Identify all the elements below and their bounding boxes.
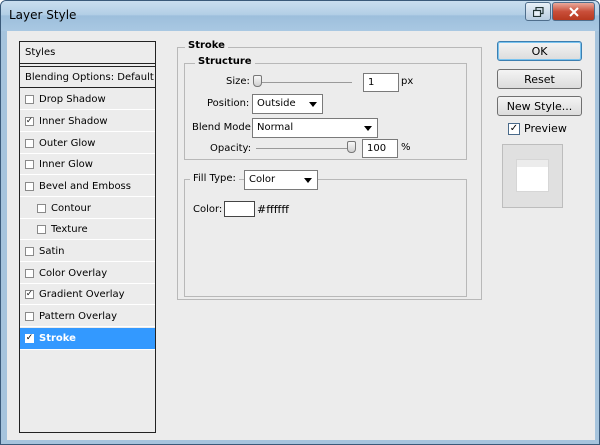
style-item-label: Stroke [39,333,76,344]
size-unit: px [401,76,414,87]
style-item-label: Outer Glow [39,137,96,149]
ok-button-label: OK [531,44,548,58]
style-item-inner-glow[interactable]: Inner Glow [20,154,155,175]
restore-button[interactable] [525,2,551,21]
blend-mode-label: Blend Mode: [192,122,255,133]
style-item-label: Pattern Overlay [39,310,118,322]
restore-icon [532,6,544,17]
position-value: Outside [257,98,296,109]
preview-label: Preview [524,122,567,135]
layer-style-dialog: Layer Style Styles Blending Options: Def… [0,0,600,445]
opacity-input[interactable]: 100 [362,139,398,158]
new-style-button[interactable]: New Style... [497,96,582,116]
drop-shadow-checkbox[interactable] [25,94,34,104]
blend-mode-select[interactable]: Normal [252,118,378,138]
ok-button[interactable]: OK [497,41,582,61]
preview-checkbox[interactable]: ✓ [508,122,520,135]
fill-type-select[interactable]: Color [244,170,318,190]
style-item-pattern-overlay[interactable]: Pattern Overlay [20,306,155,327]
opacity-slider-thumb[interactable] [347,141,356,153]
inner-glow-checkbox[interactable] [25,159,34,169]
style-item-satin[interactable]: Satin [20,241,155,262]
size-slider-thumb[interactable] [253,75,262,87]
size-input[interactable]: 1 [363,73,399,92]
position-select[interactable]: Outside [252,94,323,114]
style-item-drop-shadow[interactable]: Drop Shadow [20,89,155,110]
position-label: Position: [207,98,250,109]
preview-option[interactable]: ✓ Preview [508,122,567,135]
preview-swatch [516,159,549,192]
style-item-color-overlay[interactable]: Color Overlay [20,263,155,284]
style-item-label: Inner Glow [39,158,93,170]
structure-group-title: Structure [195,56,255,67]
reset-button-label: Reset [524,72,555,86]
window-title: Layer Style [9,8,77,22]
style-item-label: Gradient Overlay [39,288,125,300]
style-item-texture[interactable]: Texture [20,219,155,240]
color-hex-value: #ffffff [257,203,289,216]
style-item-outer-glow[interactable]: Outer Glow [20,133,155,154]
gradient-overlay-checkbox[interactable]: ✓ [25,289,34,299]
close-button[interactable] [552,2,595,21]
style-item-label: Satin [39,245,65,257]
opacity-label: Opacity: [210,143,252,154]
stroke-checkbox[interactable]: ✓ [25,334,34,343]
blend-mode-value: Normal [257,122,294,133]
reset-button[interactable]: Reset [497,69,582,89]
color-overlay-checkbox[interactable] [25,268,34,278]
color-label: Color: [193,204,223,215]
chevron-down-icon [304,178,312,183]
new-style-button-label: New Style... [506,99,573,113]
color-swatch[interactable] [224,201,255,217]
dialog-body: Styles Blending Options: Default Drop Sh… [7,31,595,440]
inner-shadow-checkbox[interactable]: ✓ [25,116,34,126]
style-item-gradient-overlay[interactable]: ✓ Gradient Overlay [20,284,155,305]
style-item-inner-shadow[interactable]: ✓ Inner Shadow [20,111,155,132]
styles-header-label: Styles [25,47,56,58]
opacity-unit: % [401,142,411,153]
style-preview-thumbnail [502,144,563,208]
styles-header[interactable]: Styles [20,42,155,64]
style-item-label: Color Overlay [39,267,108,279]
style-item-label: Inner Shadow [39,115,108,127]
texture-checkbox[interactable] [37,224,46,234]
fill-type-label: Fill Type: [190,173,239,184]
contour-checkbox[interactable] [37,203,46,213]
style-item-stroke[interactable]: ✓ Stroke [20,328,155,350]
style-item-label: Texture [51,223,88,235]
style-item-label: Drop Shadow [39,93,106,105]
style-item-bevel-emboss[interactable]: Bevel and Emboss [20,176,155,197]
fill-group [184,179,467,297]
satin-checkbox[interactable] [25,246,34,256]
blending-options-label: Blending Options: Default [25,71,154,83]
size-slider-track[interactable] [254,82,352,83]
styles-list: Styles Blending Options: Default Drop Sh… [19,41,156,433]
pattern-overlay-checkbox[interactable] [25,311,34,321]
blending-options-item[interactable]: Blending Options: Default [20,66,155,88]
close-icon [568,6,579,17]
chevron-down-icon [309,102,317,107]
outer-glow-checkbox[interactable] [25,138,34,148]
stroke-group-title: Stroke [185,40,228,51]
size-label: Size: [226,76,250,87]
chevron-down-icon [364,126,372,131]
style-item-label: Bevel and Emboss [39,180,131,192]
opacity-slider-track[interactable] [256,148,354,149]
bevel-emboss-checkbox[interactable] [25,181,34,191]
fill-type-value: Color [249,174,276,185]
style-item-contour[interactable]: Contour [20,198,155,219]
size-label-text: Size: [226,76,250,87]
title-bar[interactable]: Layer Style [1,1,599,31]
style-item-label: Contour [51,202,91,214]
